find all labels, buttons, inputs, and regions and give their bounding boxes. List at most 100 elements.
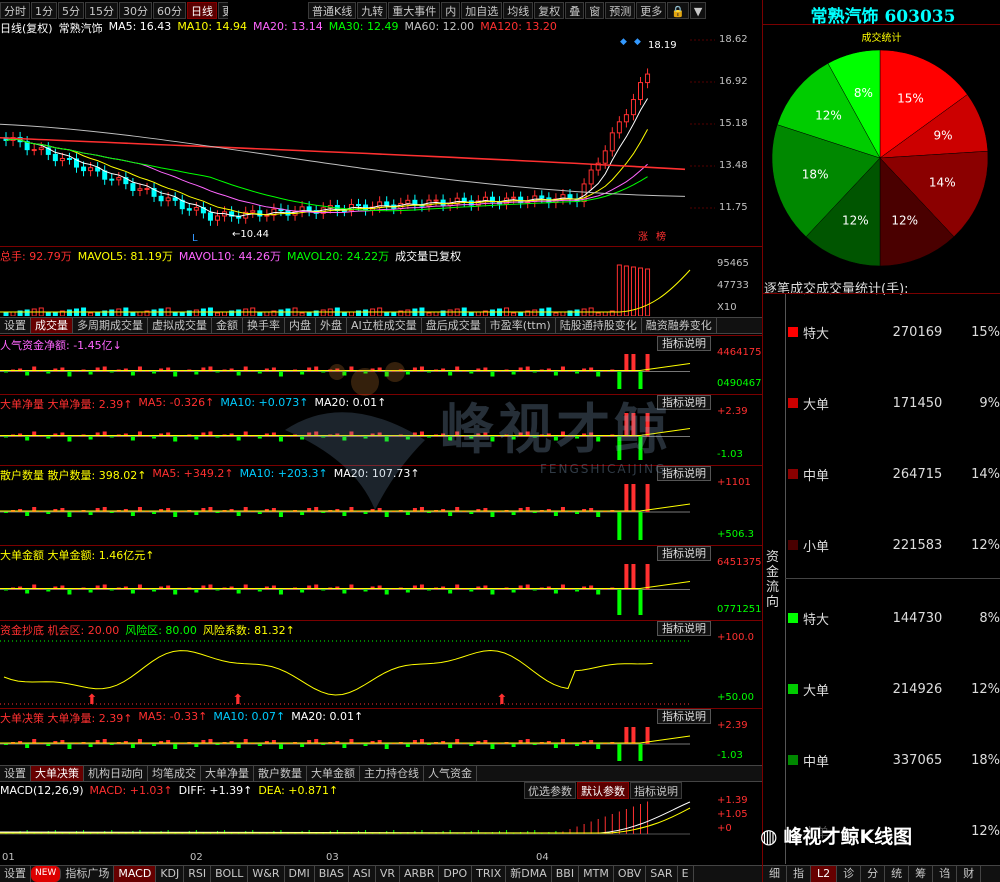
panel-bar xyxy=(173,589,178,595)
toolbar-button[interactable]: 均线 xyxy=(503,1,534,19)
indicator-tab[interactable]: 多周期成交量 xyxy=(73,318,148,333)
indicator-tab[interactable]: 机构日动向 xyxy=(84,766,148,781)
bottom-indicator-tab[interactable]: ASI xyxy=(349,866,376,882)
bottom-indicator-tab[interactable]: RSI xyxy=(184,866,212,882)
panel-bar xyxy=(532,512,537,513)
indicator-tab[interactable]: 内盘 xyxy=(285,318,316,333)
volume-chart[interactable] xyxy=(0,262,715,316)
right-tab[interactable]: L2 xyxy=(811,866,838,882)
bottom-indicator-tab[interactable]: BBI xyxy=(552,866,580,882)
toolbar-button[interactable]: 重大事件 xyxy=(388,1,441,19)
period-button[interactable]: 30分 xyxy=(119,1,152,19)
toolbar-button[interactable]: 叠 xyxy=(565,1,585,19)
indicator-tab[interactable]: 主力持仓线 xyxy=(360,766,424,781)
bottom-indicator-tab[interactable]: W&R xyxy=(248,866,285,882)
right-tab[interactable]: 细 xyxy=(763,866,787,882)
panel-bar xyxy=(236,744,241,748)
toolbar-button[interactable]: 九转 xyxy=(357,1,388,19)
candle xyxy=(638,76,643,106)
price-chart[interactable]: 18.19 ◆ ◆ ←10.44 L 涨榜 xyxy=(0,34,715,246)
lock-icon[interactable]: 🔒 xyxy=(667,1,689,19)
toolbar-button[interactable]: 更多 xyxy=(636,1,667,19)
price-tick: 15.18 xyxy=(719,118,748,129)
indicator-tab[interactable]: 外盘 xyxy=(316,318,347,333)
right-tab[interactable]: 诌 xyxy=(933,866,958,882)
indicator-tab[interactable]: 融资融券变化 xyxy=(642,318,717,333)
right-tab[interactable]: 筹 xyxy=(909,866,934,882)
bottom-indicator-tab[interactable]: BIAS xyxy=(315,866,350,882)
volume-bar xyxy=(348,311,354,316)
indicator-tab[interactable]: 虚拟成交量 xyxy=(148,318,212,333)
bottom-indicator-tab[interactable]: BOLL xyxy=(211,866,249,882)
right-tab[interactable]: 诊 xyxy=(837,866,862,882)
toolbar-button[interactable]: 普通K线 xyxy=(308,1,357,19)
bottom-indicator-tab[interactable]: KDJ xyxy=(156,866,185,882)
volume-bar xyxy=(616,264,622,316)
indicator-help-button[interactable]: 指标说明 xyxy=(657,709,711,724)
right-tab[interactable]: 统 xyxy=(885,866,910,882)
row-pct: 12% xyxy=(971,681,1000,697)
period-button[interactable]: 60分 xyxy=(153,1,186,19)
indicator-help-button[interactable]: 指标说明 xyxy=(657,621,711,636)
volume-legend-item: MAVOL10: 44.26万 xyxy=(178,250,281,262)
macd-option-button[interactable]: 指标说明 xyxy=(630,782,682,799)
bottom-indicator-tab[interactable]: E xyxy=(678,866,694,882)
right-tab[interactable]: 指 xyxy=(787,866,811,882)
bottom-indicator-tab[interactable]: SAR xyxy=(646,866,678,882)
bottom-indicator-tab[interactable]: OBV xyxy=(614,866,647,882)
toolbar-button[interactable]: 窗 xyxy=(585,1,605,19)
right-tab[interactable]: 财 xyxy=(957,866,982,882)
bottom-indicator-tab[interactable]: TRIX xyxy=(472,866,507,882)
indicator-tab[interactable]: 大单净量 xyxy=(201,766,254,781)
panel-chart[interactable]: ⬆ ⬆ ⬆ xyxy=(0,636,715,706)
indicator-tab[interactable]: 陆股通持股变化 xyxy=(556,318,642,333)
bottom-indicator-tab[interactable]: 设置 xyxy=(0,866,31,882)
panel-bar xyxy=(215,589,220,591)
indicator-tab[interactable]: 大单金额 xyxy=(307,766,360,781)
macd-option-button[interactable]: 优选参数 xyxy=(524,782,576,799)
macd-chart[interactable] xyxy=(0,800,715,850)
indicator-tab[interactable]: AI立桩成交量 xyxy=(347,318,422,333)
bottom-indicator-tab[interactable]: MACD xyxy=(114,866,157,882)
indicator-tab[interactable]: 市盈率(ttm) xyxy=(486,318,556,333)
bottom-indicator-tab[interactable]: ARBR xyxy=(400,866,440,882)
macd-option-button[interactable]: 默认参数 xyxy=(577,782,629,799)
indicator-tab[interactable]: 人气资金 xyxy=(424,766,477,781)
volume-bar xyxy=(179,311,185,316)
volume-bar xyxy=(3,312,9,316)
right-tab[interactable]: 分 xyxy=(861,866,886,882)
indicator-tab[interactable]: 设置 xyxy=(0,318,31,333)
indicator-tab[interactable]: 散户数量 xyxy=(254,766,307,781)
bottom-indicator-tab[interactable]: 指标广场 xyxy=(61,866,115,882)
indicator-help-button[interactable]: 指标说明 xyxy=(657,546,711,561)
indicator-tab[interactable]: 大单决策 xyxy=(31,766,84,781)
indicator-tab[interactable]: 盘后成交量 xyxy=(422,318,486,333)
period-button[interactable]: 日线 xyxy=(187,1,217,19)
bottom-indicator-tab[interactable]: MTM xyxy=(579,866,614,882)
indicator-tab[interactable]: 设置 xyxy=(0,766,31,781)
bottom-indicator-tab[interactable]: 新DMA xyxy=(506,866,552,882)
bottom-indicator-tab[interactable]: VR xyxy=(376,866,400,882)
indicator-tab[interactable]: 金额 xyxy=(212,318,243,333)
fund-flow-row: 大单 214926 12% xyxy=(788,679,1000,699)
volume-bar xyxy=(560,311,566,316)
toolbar-button[interactable]: 预测 xyxy=(605,1,636,19)
toolbar-button[interactable]: 内 xyxy=(441,1,461,19)
toolbar-button[interactable]: 复权 xyxy=(534,1,565,19)
toolbar-button[interactable]: 加自选 xyxy=(461,1,503,19)
bottom-indicator-tab[interactable]: DPO xyxy=(439,866,473,882)
indicator-tab[interactable]: 换手率 xyxy=(243,318,285,333)
bottom-indicator-tab[interactable]: DMI xyxy=(285,866,315,882)
panel-chart[interactable] xyxy=(0,561,715,618)
period-button[interactable]: 15分 xyxy=(85,1,118,19)
indicator-tab[interactable]: 均笔成交 xyxy=(148,766,201,781)
indicator-tab[interactable]: 成交量 xyxy=(31,318,73,333)
indicator-help-button[interactable]: 指标说明 xyxy=(657,336,711,351)
chevron-down-icon[interactable]: ▼ xyxy=(689,1,707,19)
period-button[interactable]: 5分 xyxy=(58,1,84,19)
period-button[interactable]: 1分 xyxy=(31,1,57,19)
panel-chart[interactable] xyxy=(0,724,715,764)
period-button[interactable]: 更多 xyxy=(218,1,228,19)
period-button[interactable]: 分时 xyxy=(0,1,30,19)
bottom-indicator-tab[interactable]: NEW xyxy=(31,866,62,882)
